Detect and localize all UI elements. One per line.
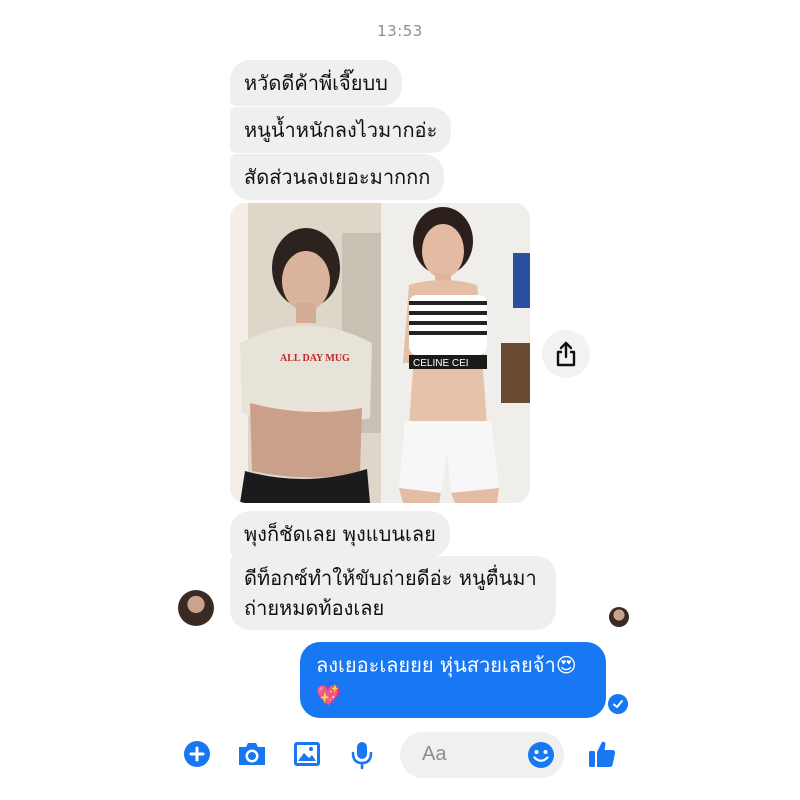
camera-button[interactable] — [236, 740, 268, 768]
top-print: CELINE CEI — [413, 358, 469, 369]
composer-bar — [0, 728, 800, 784]
image-icon — [294, 742, 320, 766]
thumbs-up-icon — [589, 741, 616, 767]
incoming-message[interactable]: สัดส่วนลงเยอะมากกก — [230, 154, 445, 200]
incoming-message[interactable]: หวัดดีค้าพี่เจี๊ยบบ — [230, 60, 402, 106]
message-input[interactable] — [420, 742, 524, 767]
voice-button[interactable] — [350, 740, 374, 770]
incoming-message[interactable]: หนูน้ำหนักลงไวมากอ่ะ — [230, 107, 452, 153]
check-circle-icon — [608, 694, 628, 714]
before-photo: ALL DAY MUG — [230, 203, 381, 503]
sender-avatar[interactable] — [178, 590, 214, 626]
incoming-message[interactable]: พุงก็ชัดเลย พุงแบนเลย — [230, 511, 450, 557]
before-after-photo[interactable]: ALL DAY MUG CELINE CEI — [230, 203, 530, 503]
shirt-print: ALL DAY MUG — [280, 353, 350, 364]
camera-icon — [239, 743, 265, 765]
outgoing-message[interactable]: ลงเยอะเลยยย หุ่นสวยเลยจ้า😍💖 — [300, 642, 606, 718]
emoji-button[interactable] — [526, 740, 556, 774]
gallery-button[interactable] — [292, 740, 322, 768]
timestamp: 13:53 — [377, 22, 423, 40]
after-figure: CELINE CEI — [381, 203, 530, 503]
share-button[interactable] — [542, 330, 590, 378]
incoming-message[interactable]: ดีท็อกซ์ทำให้ขับถ่ายดีอ่ะ หนูตื่นมาถ่ายห… — [230, 556, 556, 630]
microphone-icon — [351, 742, 373, 770]
read-receipt-avatar — [609, 607, 629, 627]
emoji-icon — [528, 742, 554, 768]
after-photo: CELINE CEI — [381, 203, 530, 503]
add-button[interactable] — [183, 740, 211, 768]
before-figure: ALL DAY MUG — [230, 203, 381, 503]
message-input-field[interactable] — [400, 732, 564, 778]
share-icon — [556, 341, 576, 367]
like-button[interactable] — [586, 738, 618, 770]
plus-circle-icon — [184, 741, 210, 767]
